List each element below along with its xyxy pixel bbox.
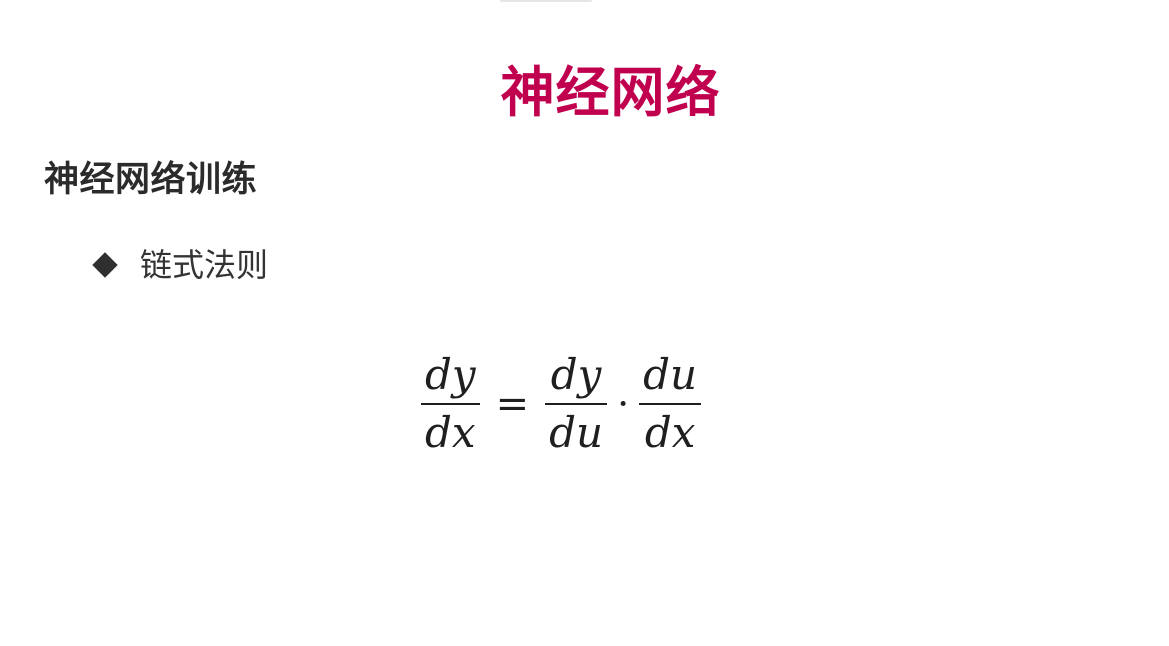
diamond-bullet-icon [92, 252, 118, 278]
bullet-text: 链式法则 [140, 246, 269, 284]
fraction-bar [639, 402, 702, 405]
watermark [500, 0, 600, 4]
fraction-denominator: du [549, 407, 604, 457]
section-heading: 神经网络训练 [44, 160, 258, 200]
equals-sign: = [495, 380, 530, 427]
fraction-lhs: dy dx [421, 349, 480, 459]
slide-title: 神经网络 [500, 61, 721, 124]
fraction-numerator: dy [425, 349, 476, 399]
bullet-item: 链式法则 [92, 240, 269, 290]
fraction-numerator: du [643, 349, 698, 399]
fraction-bar [545, 402, 608, 405]
multiplication-dot: · [617, 381, 630, 426]
fraction-bar [421, 402, 480, 405]
fraction-denominator: dx [644, 407, 696, 457]
fraction-rhs-first: dy du [545, 349, 608, 459]
fraction-rhs-second: du dx [639, 349, 702, 459]
chain-rule-formula: dy dx = dy du · du dx [421, 346, 702, 461]
fraction-denominator: dx [425, 407, 476, 457]
fraction-numerator: dy [550, 349, 602, 399]
